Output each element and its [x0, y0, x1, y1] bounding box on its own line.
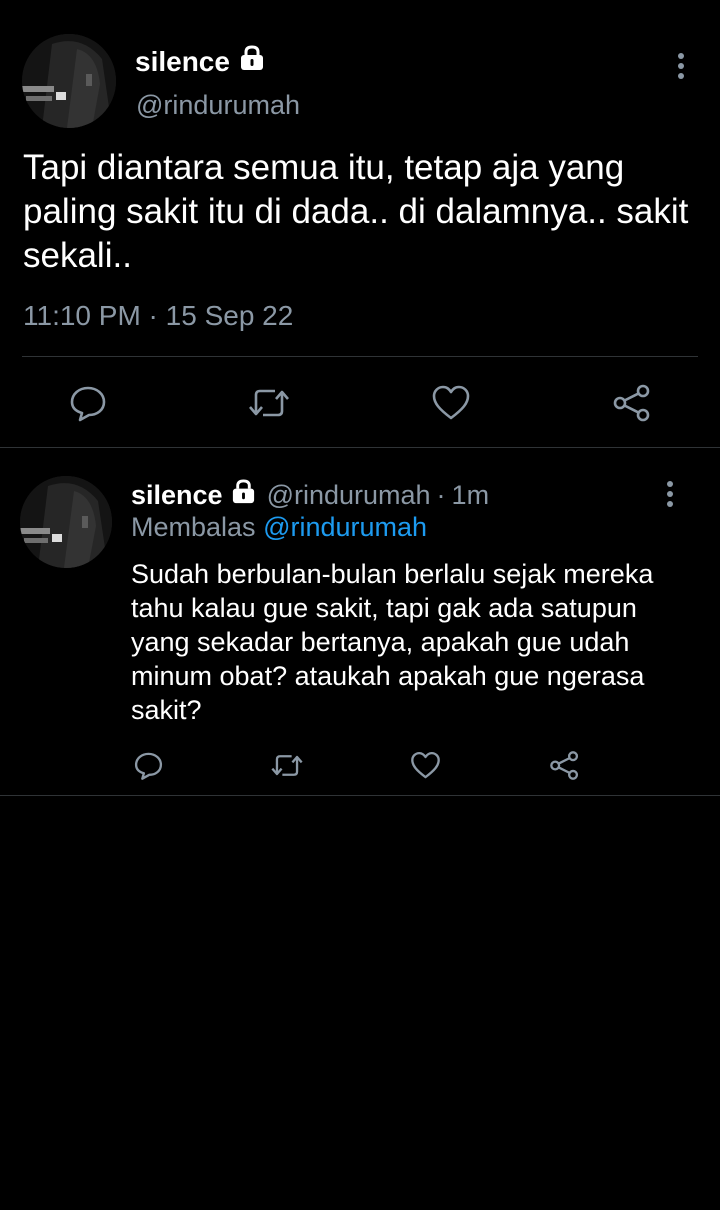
avatar[interactable]	[22, 34, 116, 128]
reply-button[interactable]	[68, 383, 108, 423]
display-name-text: silence	[135, 45, 230, 77]
reply-header: silence @rindurumah · 1m	[131, 478, 489, 512]
divider	[0, 795, 720, 796]
main-tweet: silence @rindurumah Tapi diantara semua …	[0, 0, 720, 448]
comment-icon	[133, 750, 164, 781]
avatar[interactable]	[20, 476, 112, 568]
more-vertical-icon[interactable]	[671, 52, 691, 82]
display-name[interactable]: silence	[131, 480, 223, 511]
divider	[0, 447, 720, 448]
share-icon	[549, 750, 580, 781]
like-button[interactable]	[431, 383, 471, 423]
like-button[interactable]	[410, 750, 441, 781]
replying-to-label: Membalas	[131, 512, 256, 542]
retweet-icon	[247, 383, 291, 423]
tweet-timestamp[interactable]: 11:10 PM · 15 Sep 22	[23, 300, 293, 332]
user-handle[interactable]: @rindurumah	[267, 480, 431, 511]
heart-icon	[431, 383, 471, 423]
user-handle[interactable]: @rindurumah	[136, 90, 300, 121]
comment-icon	[68, 383, 108, 423]
separator: ·	[436, 479, 446, 510]
retweet-icon	[270, 750, 304, 781]
tweet-text: Tapi diantara semua itu, tetap aja yang …	[23, 148, 689, 275]
lock-icon	[230, 478, 257, 512]
display-name[interactable]: silence	[135, 44, 266, 79]
lock-icon	[238, 44, 266, 79]
replying-to: Membalas @rindurumah	[131, 512, 427, 543]
tweet-time[interactable]: 1m	[452, 480, 490, 511]
heart-icon	[410, 750, 441, 781]
replying-to-mention[interactable]: @rindurumah	[263, 512, 427, 542]
reply-button[interactable]	[133, 750, 164, 781]
share-button[interactable]	[612, 383, 652, 423]
tweet-text: Sudah berbulan-bulan berlalu sejak merek…	[131, 559, 654, 725]
retweet-button[interactable]	[247, 383, 291, 423]
share-button[interactable]	[549, 750, 580, 781]
more-vertical-icon[interactable]	[660, 480, 680, 510]
share-icon	[612, 383, 652, 423]
retweet-button[interactable]	[270, 750, 304, 781]
divider	[22, 356, 698, 357]
